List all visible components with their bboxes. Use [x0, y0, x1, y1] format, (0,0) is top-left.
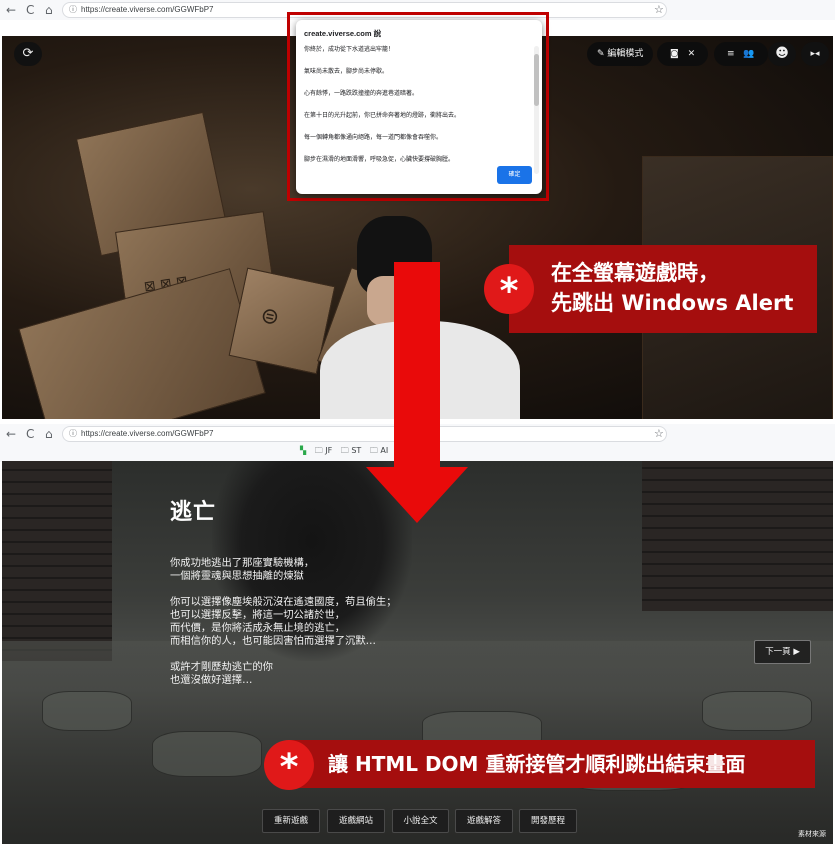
callout-top-line1: 在全螢幕遊戲時， [551, 261, 719, 285]
game-answers-button[interactable]: 遊戲解答 [455, 809, 513, 833]
story-line: 也可以選擇反擊，將這一切公諸於世， [170, 609, 346, 621]
list-menu-icon[interactable]: ≡ [727, 42, 735, 66]
alert-message: 氣味尚未散去，腳步尚未停歇。 [304, 68, 389, 75]
camera-icon[interactable]: ◙ [670, 42, 679, 66]
transition-arrow-head [366, 467, 468, 523]
dev-history-button[interactable]: 開發歷程 [519, 809, 577, 833]
game-menu-icon[interactable]: ⟳ [14, 42, 42, 66]
story-line: 也還沒做好選擇… [170, 674, 253, 686]
callout-bottom: 讓 HTML DOM 重新接管才順利跳出結束畫面 [290, 740, 815, 788]
edit-mode-label: 編輯模式 [607, 49, 644, 59]
novel-full-text-button[interactable]: 小說全文 [392, 809, 449, 833]
collapse-icon[interactable]: ▸◂ [801, 42, 829, 66]
story-line: 而代價，是你將活成永無止境的逃亡， [170, 622, 346, 634]
cobblestone [42, 691, 132, 731]
story-line: 你成功地逃出了那座實驗機構， [170, 557, 315, 569]
app-icon[interactable]: ▚ [300, 446, 306, 455]
address-bar[interactable]: ⓘ https://create.viverse.com/GGWFbP7 [62, 426, 667, 442]
windows-alert-dialog: create.viverse.com 說 你終於，成功從下水道逃出牢籠！ 氣味尚… [296, 20, 542, 194]
home-icon[interactable]: ⌂ [45, 2, 53, 18]
callout-top-line2: 先跳出 Windows Alert [551, 291, 794, 315]
emote-icon[interactable]: ✕ [688, 42, 696, 66]
bookmark-star-icon[interactable]: ☆ [654, 427, 664, 440]
story-line: 一個將靈魂與思想抽離的煉獄 [170, 570, 304, 582]
alert-message: 每一個轉角都像通向絕路，每一道門都像會吞噬你。 [304, 134, 443, 141]
alert-host: create.viverse.com 說 [304, 29, 382, 38]
reload-icon[interactable]: C [26, 426, 34, 442]
reload-icon[interactable]: C [26, 2, 34, 18]
alert-message: 心有餘悸，一路跌跌撞撞的奔進巷道暗著。 [304, 90, 419, 97]
callout-top-star: * [484, 264, 534, 314]
brick-wall-left [2, 461, 112, 661]
story-line: 或許才剛歷劫逃亡的你 [170, 661, 273, 673]
callout-bottom-star: * [264, 740, 314, 790]
address-url: https://create.viverse.com/GGWFbP7 [81, 5, 214, 14]
ending-title: 逃亡 [170, 500, 217, 525]
callout-bottom-text: 讓 HTML DOM 重新接管才順利跳出結束畫面 [328, 752, 746, 776]
story-line: 你可以選擇像塵埃般沉沒在遙遠國度，苟且偷生； [170, 596, 397, 608]
bookmark-folder[interactable]: ST [351, 446, 361, 455]
cobblestone [702, 691, 812, 731]
site-info-icon[interactable]: ⓘ [69, 3, 77, 17]
story-line: 而相信你的人，也可能因害怕而選擇了沉默… [170, 635, 376, 647]
camera-actions-group: ◙ ✕ [657, 42, 709, 66]
pencil-icon: ✎ [597, 49, 605, 59]
callout-top: 在全螢幕遊戲時， 先跳出 Windows Alert [509, 245, 817, 333]
alert-scrollbar[interactable] [534, 46, 539, 174]
back-icon[interactable]: ← [6, 426, 16, 442]
bookmark-folder[interactable]: AI [380, 446, 388, 455]
asset-credit-link[interactable]: 素材來源 [798, 829, 826, 839]
cobblestone [152, 731, 262, 777]
back-icon[interactable]: ← [6, 2, 16, 18]
address-url: https://create.viverse.com/GGWFbP7 [81, 429, 214, 438]
bookmark-star-icon[interactable]: ☆ [654, 3, 664, 16]
folder-icon: 🗀 [340, 446, 349, 455]
home-icon[interactable]: ⌂ [45, 426, 53, 442]
bookmark-folder[interactable]: JF [325, 446, 332, 455]
alert-message: 腳步在濕滑的地面滑響，呼吸急促，心臟快要撐破胸膛。 [304, 156, 455, 163]
menu-group: ≡ 👥 [714, 42, 768, 66]
brick-wall-right [642, 461, 833, 611]
site-info-icon[interactable]: ⓘ [69, 427, 77, 441]
edit-mode-button[interactable]: ✎ 編輯模式 [587, 42, 654, 66]
folder-icon: 🗀 [369, 446, 378, 455]
alert-message-list[interactable]: 你終於，成功從下水道逃出牢籠！ 氣味尚未散去，腳步尚未停歇。 心有餘悸，一路跌跌… [304, 44, 529, 174]
next-page-button[interactable]: 下一頁 ▶ [754, 640, 811, 664]
avatar-button[interactable]: ☻ [768, 42, 796, 66]
alert-ok-button[interactable]: 確定 [497, 166, 532, 184]
folder-icon: 🗀 [314, 446, 323, 455]
scrollbar-thumb[interactable] [534, 54, 539, 106]
restart-game-button[interactable]: 重新遊戲 [262, 809, 320, 833]
ending-story: 你成功地逃出了那座實驗機構， 一個將靈魂與思想抽離的煉獄 你可以選擇像塵埃般沉沒… [170, 557, 397, 687]
people-icon[interactable]: 👥 [743, 42, 754, 66]
bookmarks-bar: ▚ 🗀 JF 🗀 ST 🗀 AI [300, 445, 388, 459]
transition-arrow-shaft [394, 262, 440, 468]
alert-message: 在第十日的光升起前，你已拼命奔著地的燈跡，衝將出去。 [304, 112, 461, 119]
game-website-button[interactable]: 遊戲網站 [327, 809, 385, 833]
box-logo-icon: ⊜ [258, 302, 282, 332]
alert-message: 你終於，成功從下水道逃出牢籠！ [304, 46, 395, 53]
